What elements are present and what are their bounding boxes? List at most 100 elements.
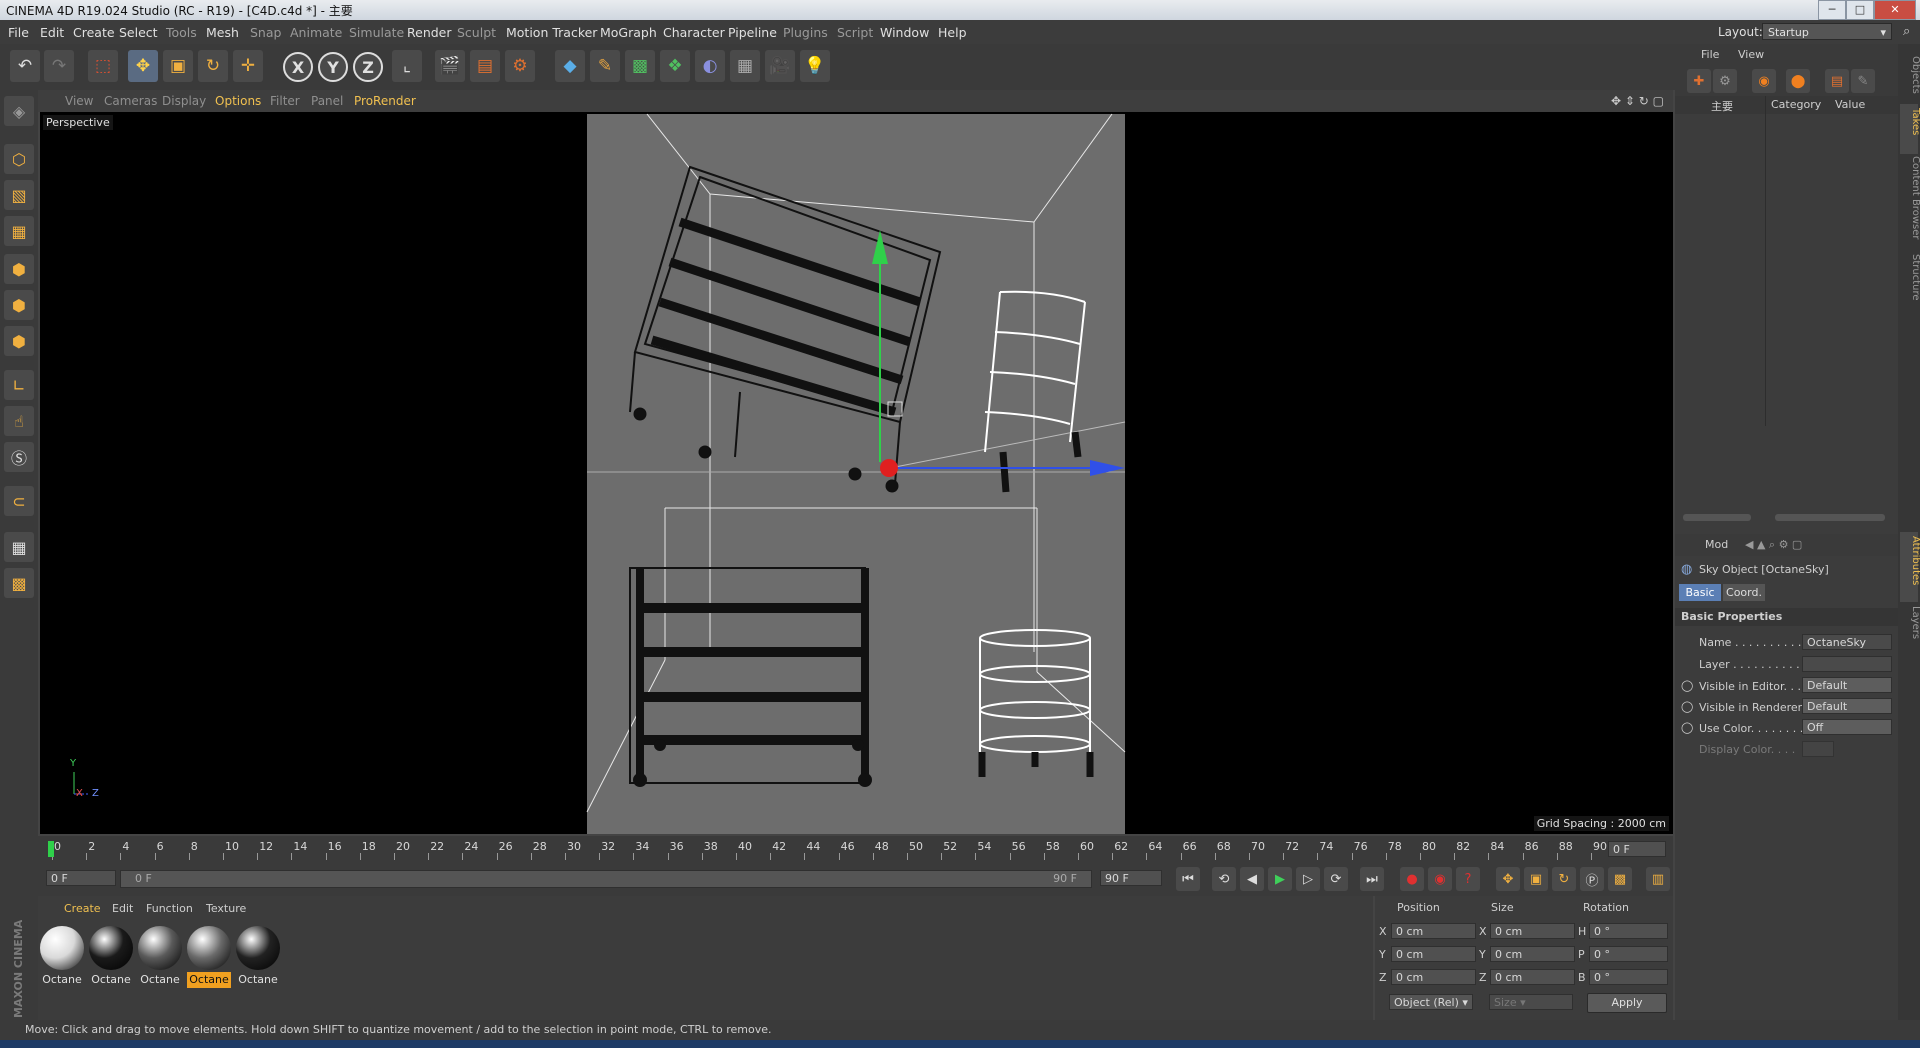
menu-mograph[interactable]: MoGraph <box>600 25 657 40</box>
magnet-icon[interactable]: ⊂ <box>4 486 34 516</box>
play-icon[interactable]: ▶ <box>1268 867 1292 891</box>
cube-icon[interactable]: ◆ <box>555 50 585 82</box>
go-to-end-icon[interactable]: ⏭ <box>1360 867 1384 891</box>
menu-mesh[interactable]: Mesh <box>206 25 239 40</box>
render-picture-viewer-icon[interactable]: ▤ <box>470 50 500 82</box>
texture-mode-icon[interactable]: ▧ <box>4 180 34 210</box>
anim-dot-icon[interactable]: ◯ <box>1681 679 1693 692</box>
undo-icon[interactable]: ↶ <box>10 50 40 82</box>
position-key-icon[interactable]: ✥ <box>1496 867 1520 891</box>
rotation-p-field[interactable]: 0 ° <box>1589 946 1668 962</box>
material-menu-create[interactable]: Create <box>64 902 101 915</box>
coord-mode-dropdown[interactable]: Object (Rel) ▾ <box>1389 994 1473 1010</box>
timeline-window-icon[interactable]: ▥ <box>1646 867 1670 891</box>
material-menu-function[interactable]: Function <box>146 902 193 915</box>
material-swatch[interactable]: Octane <box>40 926 84 988</box>
keyframe-selection-icon[interactable]: ? <box>1456 867 1480 891</box>
octane-render-icon[interactable]: ▤ <box>1825 69 1849 93</box>
workplane-icon[interactable]: ▦ <box>4 216 34 246</box>
playhead[interactable] <box>48 841 54 857</box>
octane-live-viewer-icon[interactable]: ✚ <box>1687 69 1711 93</box>
axis-mode-icon[interactable]: ∟ <box>4 370 34 400</box>
position-x-field[interactable]: 0 cm <box>1391 923 1476 939</box>
viewport-perspective[interactable]: Perspective Grid Spacing : 2000 cm Y X Z <box>40 112 1673 834</box>
go-to-start-icon[interactable]: ⏮ <box>1176 867 1200 891</box>
prop-name-field[interactable]: OctaneSky <box>1802 634 1892 650</box>
material-swatch[interactable]: Octane <box>236 926 280 988</box>
prop-layer-field[interactable] <box>1802 656 1892 672</box>
menu-render[interactable]: Render <box>407 25 452 40</box>
point-level-key-icon[interactable]: ▩ <box>1608 867 1632 891</box>
deformer-icon[interactable]: ◐ <box>695 50 725 82</box>
size-y-field[interactable]: 0 cm <box>1490 946 1575 962</box>
redo-icon[interactable]: ↷ <box>44 50 74 82</box>
size-z-field[interactable]: 0 cm <box>1490 969 1575 985</box>
menu-edit[interactable]: Edit <box>40 25 64 40</box>
rotate-icon[interactable]: ↻ <box>198 50 228 82</box>
scale-icon[interactable]: ▣ <box>163 50 193 82</box>
pen-icon[interactable]: ✎ <box>590 50 620 82</box>
previous-key-icon[interactable]: ⟲ <box>1212 867 1236 891</box>
auto-key-icon[interactable]: ◉ <box>1428 867 1452 891</box>
attribute-hscrollbar[interactable] <box>1775 514 1885 521</box>
object-menu-view[interactable]: View <box>1738 48 1764 61</box>
object-hscrollbar[interactable] <box>1683 514 1751 521</box>
position-y-field[interactable]: 0 cm <box>1391 946 1476 962</box>
maximize-button[interactable]: □ <box>1846 0 1874 20</box>
menu-help[interactable]: Help <box>938 25 967 40</box>
parameter-key-icon[interactable]: Ⓟ <box>1580 867 1604 891</box>
prop-visible-editor-dropdown[interactable]: Default <box>1802 677 1892 693</box>
menu-pipeline[interactable]: Pipeline <box>728 25 777 40</box>
octane-material-icon[interactable]: ◉ <box>1752 69 1776 93</box>
next-frame-icon[interactable]: ▷ <box>1296 867 1320 891</box>
menu-create[interactable]: Create <box>73 25 115 40</box>
snap-icon[interactable]: Ⓢ <box>4 442 34 472</box>
edit-render-settings-icon[interactable]: ⚙ <box>505 50 535 82</box>
menu-simulate[interactable]: Simulate <box>349 25 404 40</box>
menu-character[interactable]: Character <box>663 25 725 40</box>
record-keys-icon[interactable]: ● <box>1400 867 1424 891</box>
close-button[interactable]: ✕ <box>1874 0 1916 20</box>
polygons-mode-icon[interactable]: ⬢ <box>4 326 34 356</box>
rotation-b-field[interactable]: 0 ° <box>1589 969 1668 985</box>
edges-mode-icon[interactable]: ⬢ <box>4 290 34 320</box>
timeline-ruler[interactable]: 0 2 4 6 8 10 12 14 16 18 20 22 24 26 28 30 32 34 36 38 40 42 4… <box>38 836 1673 862</box>
move-all-icon[interactable]: ✛ <box>233 50 263 82</box>
menu-select[interactable]: Select <box>119 25 158 40</box>
coordinate-system-icon[interactable]: ⌞ <box>392 50 422 82</box>
menu-tools[interactable]: Tools <box>166 25 197 40</box>
tweak-mode-icon[interactable]: ☝ <box>4 406 34 436</box>
next-key-icon[interactable]: ⟳ <box>1324 867 1348 891</box>
rotation-key-icon[interactable]: ↻ <box>1552 867 1576 891</box>
octane-object-icon[interactable]: ⬤ <box>1786 69 1810 93</box>
live-selection-icon[interactable]: ⬚ <box>88 50 118 82</box>
range-slider[interactable]: 0 F 90 F <box>120 870 1092 888</box>
make-editable-icon[interactable]: ◈ <box>4 96 34 126</box>
material-swatch[interactable]: Octane <box>89 926 133 988</box>
viewport-menu-display[interactable]: Display <box>162 94 206 108</box>
menu-animate[interactable]: Animate <box>290 25 342 40</box>
object-menu-file[interactable]: File <box>1701 48 1719 61</box>
cloner-icon[interactable]: ❖ <box>660 50 690 82</box>
viewport-menu-panel[interactable]: Panel <box>311 94 343 108</box>
planar-workplane-icon[interactable]: ▩ <box>4 568 34 598</box>
scale-key-icon[interactable]: ▣ <box>1524 867 1548 891</box>
light-icon[interactable]: 💡 <box>800 50 830 82</box>
viewport-menu-view[interactable]: View <box>65 94 93 108</box>
tab-basic[interactable]: Basic <box>1679 584 1721 601</box>
viewport-menu-filter[interactable]: Filter <box>270 94 300 108</box>
max-frame-field[interactable]: 90 F <box>1100 870 1162 886</box>
points-mode-icon[interactable]: ⬢ <box>4 254 34 284</box>
attributes-mode-menu[interactable]: Mod <box>1705 538 1728 551</box>
menu-snap[interactable]: Snap <box>250 25 281 40</box>
minimize-button[interactable]: ─ <box>1818 0 1846 20</box>
octane-tools-icon[interactable]: ✎ <box>1851 69 1875 93</box>
x-axis-icon[interactable]: X <box>283 52 313 82</box>
layout-dropdown[interactable]: Startup ▾ <box>1762 23 1892 40</box>
prop-use-color-dropdown[interactable]: Off <box>1802 719 1892 735</box>
viewport-nav-icons[interactable]: ✥ ⇕ ↻ ▢ <box>1611 94 1664 108</box>
z-axis-icon[interactable]: Z <box>353 52 383 82</box>
subdivision-icon[interactable]: ▩ <box>625 50 655 82</box>
size-mode-dropdown[interactable]: Size ▾ <box>1489 994 1573 1010</box>
apply-button[interactable]: Apply <box>1587 993 1667 1013</box>
